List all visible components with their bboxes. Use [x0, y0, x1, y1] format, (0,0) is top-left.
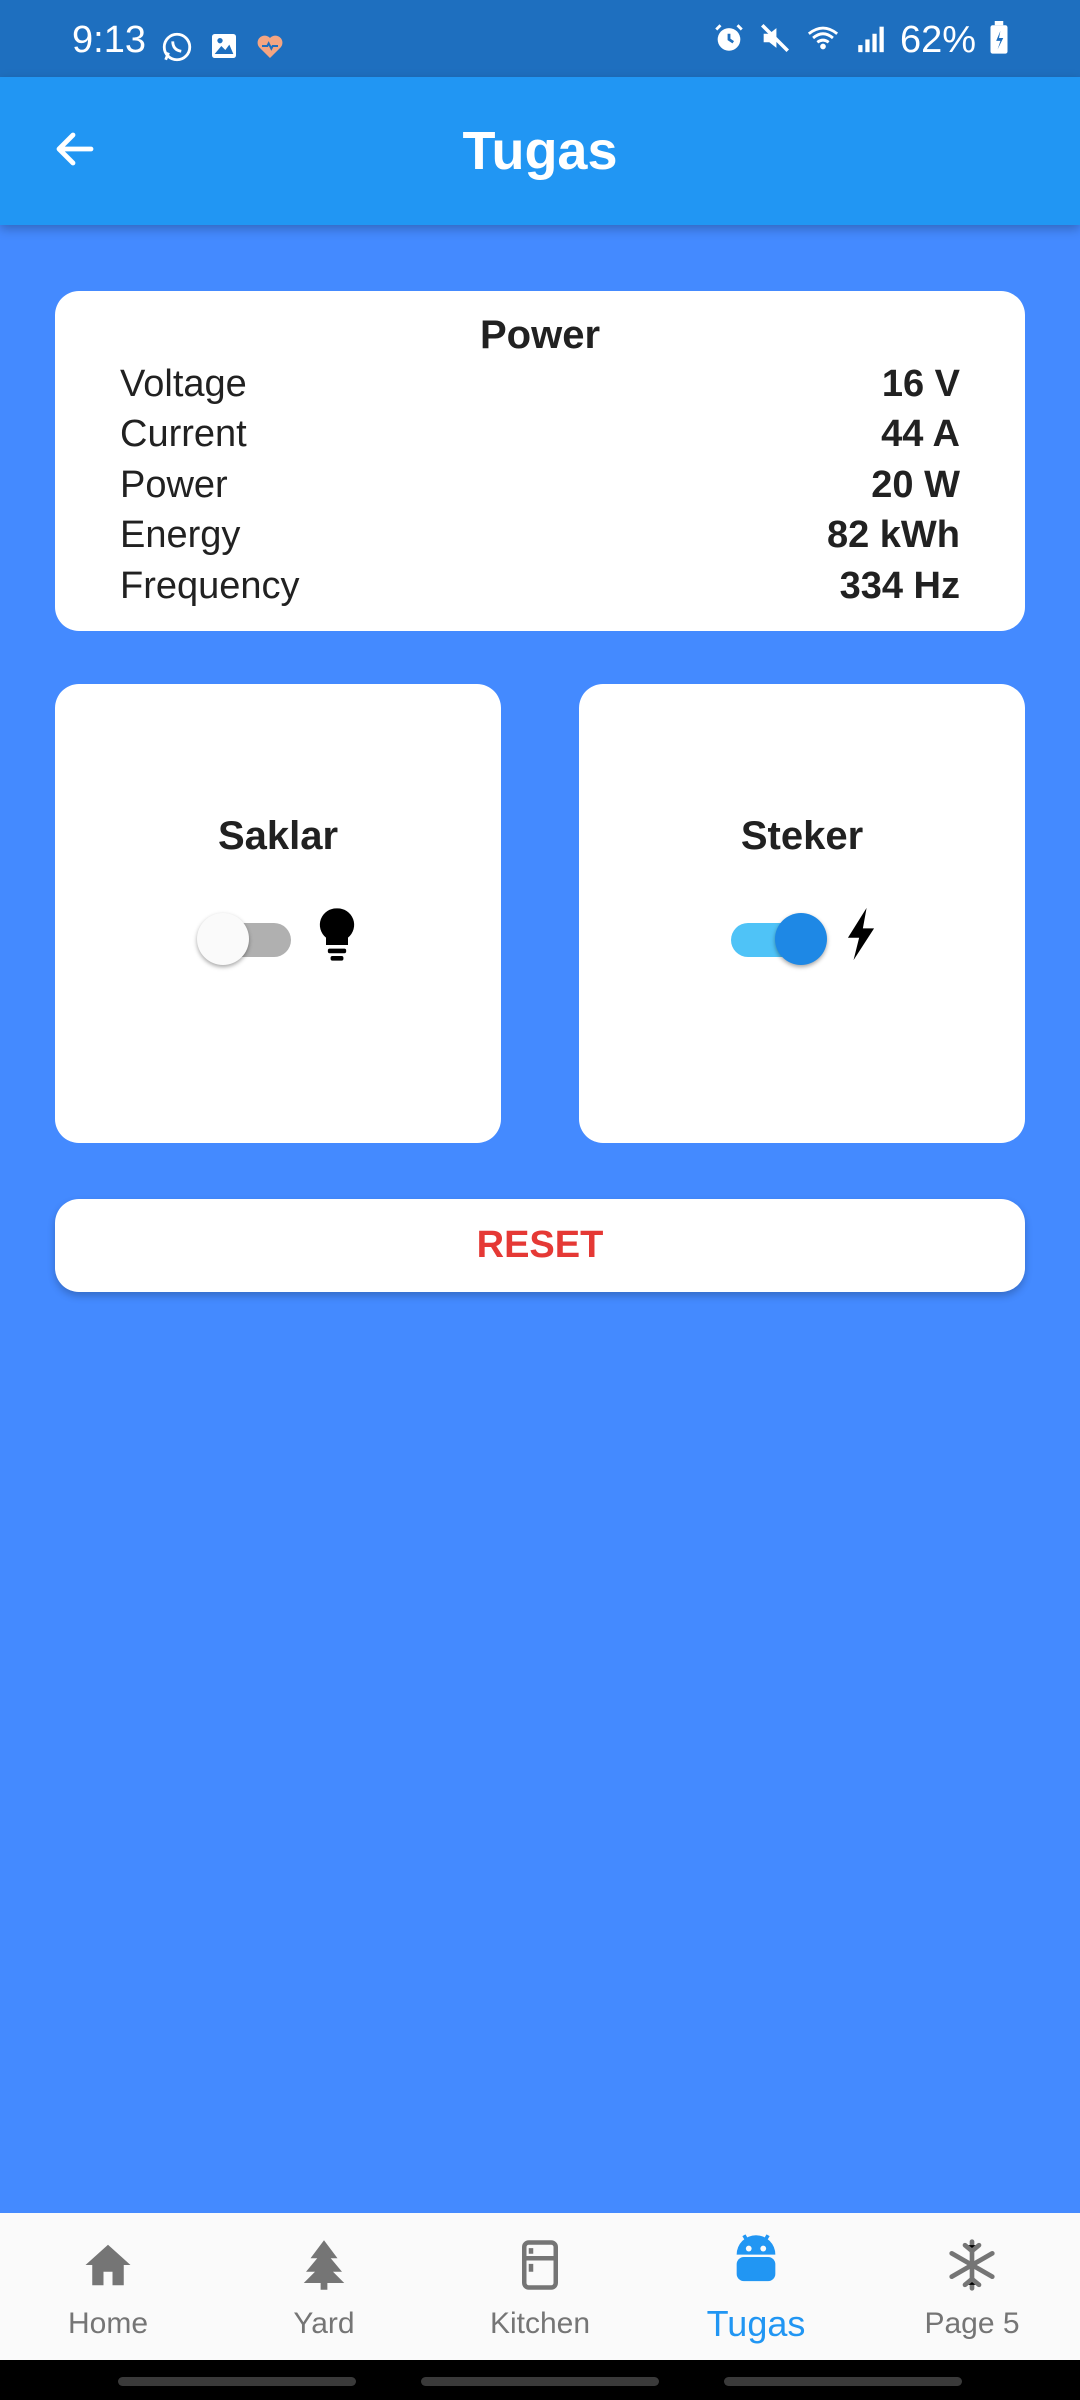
image-icon [208, 30, 240, 69]
reset-button[interactable]: RESET [55, 1199, 1025, 1292]
nav-label: Home [67, 2307, 149, 2340]
nav-item-kitchen[interactable]: Kitchen [432, 2213, 648, 2360]
home-gesture-bar[interactable] [421, 2377, 659, 2386]
power-card-title: Power [479, 313, 601, 357]
nav-item-tugas[interactable]: Tugas [648, 2213, 864, 2360]
power-row-power: Power 20 W [120, 460, 960, 511]
power-row-frequency: Frequency 334 Hz [120, 561, 960, 612]
status-system-icons: 62% [712, 20, 1010, 60]
nav-label: Page 5 [924, 2307, 1020, 2340]
power-value: 334 Hz [839, 564, 960, 607]
toggle-thumb [197, 912, 249, 965]
system-navigation-bar [0, 2360, 1080, 2400]
power-card: Power Voltage 16 V Current 44 A Power 20… [55, 291, 1025, 631]
steker-toggle[interactable] [725, 909, 827, 965]
arrow-left-icon [51, 125, 99, 178]
page-title: Tugas [462, 121, 618, 181]
status-bar: 9:13 62% [0, 0, 1080, 77]
steker-title: Steker [740, 814, 864, 858]
bottom-navigation: Home Yard Kitchen Tugas Page 5 [0, 2213, 1080, 2360]
power-row-current: Current 44 A [120, 410, 960, 461]
recents-gesture-bar[interactable] [118, 2377, 356, 2386]
alarm-icon [712, 21, 746, 60]
nav-item-yard[interactable]: Yard [216, 2213, 432, 2360]
status-notification-icons [160, 30, 286, 69]
power-value: 44 A [881, 413, 960, 456]
nav-label: Tugas [706, 2303, 806, 2344]
toggle-thumb [775, 912, 827, 965]
power-label: Current [120, 413, 247, 456]
power-row-voltage: Voltage 16 V [120, 359, 960, 410]
mute-icon [758, 21, 792, 60]
power-readings: Voltage 16 V Current 44 A Power 20 W Ene… [120, 359, 960, 612]
power-value: 82 kWh [826, 514, 960, 557]
app-bar: Tugas [0, 77, 1080, 225]
snowflake-icon [942, 2235, 1002, 2295]
power-label: Energy [120, 514, 241, 557]
saklar-toggle[interactable] [197, 909, 297, 965]
whatsapp-icon [160, 30, 194, 69]
status-time: 9:13 [72, 19, 146, 61]
nav-item-page-5[interactable]: Page 5 [864, 2213, 1080, 2360]
power-value: 16 V [881, 362, 960, 405]
saklar-card: Saklar [55, 684, 501, 1143]
steker-switch-row [579, 906, 1025, 967]
signal-icon [854, 21, 888, 60]
fridge-icon [510, 2235, 570, 2295]
lightbulb-icon [315, 906, 359, 967]
bolt-icon [843, 906, 879, 967]
saklar-switch-row [55, 906, 501, 967]
power-label: Frequency [120, 564, 300, 607]
battery-icon [988, 20, 1010, 60]
nav-label: Kitchen [489, 2307, 591, 2340]
power-label: Power [120, 463, 228, 506]
back-button[interactable] [40, 121, 110, 181]
android-icon [726, 2227, 786, 2287]
power-value: 20 W [871, 463, 960, 506]
power-row-energy: Energy 82 kWh [120, 511, 960, 562]
nav-item-home[interactable]: Home [0, 2213, 216, 2360]
power-label: Voltage [120, 362, 247, 405]
battery-percent: 62% [899, 19, 976, 61]
saklar-title: Saklar [217, 814, 339, 858]
tree-icon [294, 2235, 354, 2295]
nav-label: Yard [293, 2307, 355, 2340]
home-icon [78, 2235, 138, 2295]
heart-icon [254, 30, 286, 69]
steker-card: Steker [579, 684, 1025, 1143]
back-gesture-bar[interactable] [724, 2377, 962, 2386]
wifi-icon [804, 21, 842, 60]
